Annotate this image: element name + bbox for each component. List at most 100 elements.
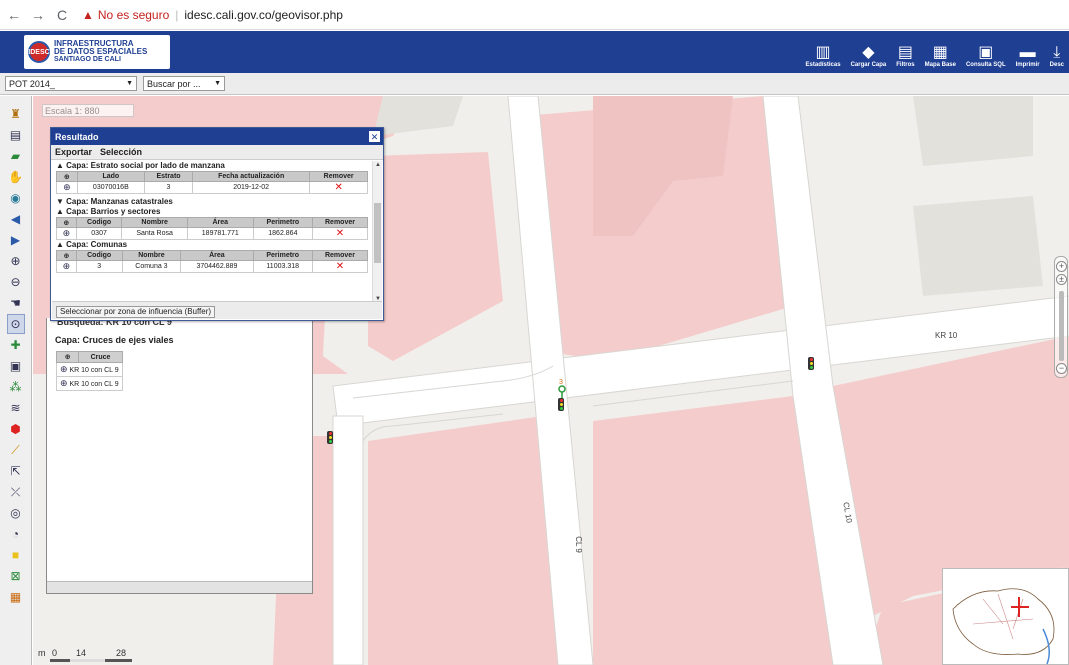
dialog-content: ▲ Capa: Estrato social por lado de manza…	[52, 161, 372, 303]
legend-icon[interactable]: ♜	[7, 104, 25, 124]
tool-label: Consulta SQL	[965, 62, 1006, 68]
zoom-to-icon[interactable]: ⊕	[63, 228, 71, 238]
select-area-icon[interactable]: ▣	[7, 356, 25, 376]
ruler-icon[interactable]: ≋	[7, 398, 25, 418]
exportar-menu[interactable]: Exportar	[55, 147, 92, 157]
zoom-slider-track[interactable]	[1059, 291, 1064, 361]
network-icon[interactable]: ⁂	[7, 377, 25, 397]
zoom-out-icon[interactable]: −	[1056, 363, 1067, 374]
clock-icon[interactable]: ◔	[7, 524, 25, 544]
identify-icon[interactable]: ⊙	[6, 314, 25, 334]
zoom-out-icon[interactable]: ⊖	[7, 272, 25, 292]
scroll-up-icon[interactable]: ▲	[375, 162, 381, 168]
estadisticas-button[interactable]: ▥ Estadísticas	[801, 44, 846, 73]
forward-icon[interactable]: →	[28, 5, 48, 25]
draw-line-icon[interactable]: ⟋	[7, 440, 25, 460]
descargar-button[interactable]: ⤓ Desc	[1045, 44, 1069, 73]
map-legend-icon[interactable]: ▰	[7, 146, 25, 166]
previous-extent-icon[interactable]: ◀	[7, 209, 25, 229]
remove-icon[interactable]: ✕	[336, 261, 344, 272]
overview-map[interactable]	[942, 568, 1069, 665]
layer-title-manzanas[interactable]: ▼ Capa: Manzanas catastrales	[52, 197, 372, 207]
remove-shape-icon[interactable]: ⬢	[7, 419, 25, 439]
layer-title-barrios[interactable]: ▲ Capa: Barrios y sectores	[52, 207, 372, 217]
imprimir-button[interactable]: ▬ Imprimir	[1011, 44, 1045, 73]
dialog-footer: Seleccionar por zona de influencia (Buff…	[52, 301, 382, 319]
table-row[interactable]: ⊕ KR 10 con CL 9	[56, 362, 123, 377]
layers-icon: ◆	[862, 44, 875, 61]
coordinates-icon[interactable]: ✚	[7, 335, 25, 355]
column-header: Estrato	[143, 171, 194, 182]
column-header: ⊕	[56, 217, 77, 228]
next-extent-icon[interactable]: ▶	[7, 230, 25, 250]
column-header: Remover	[311, 217, 369, 228]
address-bar[interactable]: idesc.cali.gov.co/geovisor.php	[184, 8, 343, 22]
cell: Santa Rosa	[121, 227, 188, 240]
capa-cruces-title: Capa: Cruces de ejes viales	[55, 335, 174, 345]
pan-icon[interactable]: ☚	[7, 293, 25, 313]
zoom-to-icon[interactable]: ⊕	[63, 182, 71, 192]
overview-svg	[952, 588, 1055, 665]
buscar-select[interactable]: Buscar por ... ▼	[143, 76, 225, 91]
panel-resize-handle[interactable]	[47, 581, 312, 593]
buffer-select-button[interactable]: Seleccionar por zona de influencia (Buff…	[56, 306, 216, 318]
scrollbar-thumb[interactable]	[374, 203, 381, 263]
layer-title-comunas[interactable]: ▲ Capa: Comunas	[52, 240, 372, 250]
cruce-value: KR 10 con CL 9	[69, 381, 119, 388]
filtros-button[interactable]: ▤ Filtros	[891, 44, 919, 73]
cargar-capa-button[interactable]: ◆ Cargar Capa	[846, 44, 892, 73]
gps-icon[interactable]: ◎	[7, 503, 25, 523]
barrios-table: ⊕ Codigo Nombre Área Perimetro Remover ⊕…	[56, 217, 369, 240]
back-icon[interactable]: ←	[4, 5, 24, 25]
scale-input[interactable]: Escala 1: 880	[42, 104, 134, 117]
cell: 3	[75, 260, 123, 273]
layer-list-icon[interactable]: ▤	[7, 125, 25, 145]
select-pointer-icon[interactable]: ⇱	[7, 461, 25, 481]
table-row: ⊕ 0307 Santa Rosa 189781.771 1862.864 ✕	[56, 227, 369, 240]
column-header: ⊕	[56, 171, 78, 182]
tool-label: Desc	[1049, 62, 1064, 68]
clear-selection-icon[interactable]: ■	[7, 545, 25, 565]
remove-icon[interactable]: ✕	[334, 182, 342, 193]
column-header: Perimetro	[252, 250, 313, 261]
pot-select[interactable]: POT 2014_ ▼	[5, 76, 137, 91]
cell: 11003.318	[252, 260, 313, 273]
print-icon: ▬	[1019, 44, 1036, 61]
layer-title-estrato[interactable]: ▲ Capa: Estrato social por lado de manza…	[52, 161, 372, 171]
dialog-titlebar[interactable]: Resultado ✕	[51, 128, 383, 145]
export-excel-icon[interactable]: ⊠	[7, 566, 25, 586]
dialog-scrollbar[interactable]: ▲ ▼	[372, 161, 382, 303]
traffic-light-icon	[558, 398, 564, 411]
logo-line3: SANTIAGO DE CALI	[54, 56, 121, 63]
scalebar-zero: 0	[52, 648, 58, 658]
zoom-in-icon[interactable]: ⊕	[7, 251, 25, 271]
zoom-to-icon[interactable]: ⊕	[63, 261, 71, 271]
street-label-kr10: KR 10	[935, 331, 958, 340]
full-extent-icon[interactable]: ◉	[7, 188, 25, 208]
table-row: ⊕ 03070016B 3 2019-12-02 ✕	[56, 181, 368, 194]
table-row[interactable]: ⊕ KR 10 con CL 9	[56, 376, 123, 391]
zoom-in-icon[interactable]: +	[1056, 261, 1067, 272]
scalebar-end: 28	[116, 648, 127, 658]
consulta-sql-button[interactable]: ▣ Consulta SQL	[961, 44, 1011, 73]
seleccion-menu[interactable]: Selección	[100, 147, 142, 157]
reload-icon[interactable]: C	[52, 5, 72, 25]
security-status[interactable]: No es seguro	[98, 8, 169, 22]
table-icon[interactable]: ▦	[7, 587, 25, 607]
mapa-base-button[interactable]: ▦ Mapa Base	[920, 44, 961, 73]
zoom-slider[interactable]: + ± −	[1054, 256, 1068, 378]
pot-select-value: POT 2014_	[9, 78, 55, 89]
column-header: Remover	[309, 171, 368, 182]
close-icon[interactable]: ✕	[369, 131, 380, 142]
download-icon: ⤓	[1053, 44, 1061, 61]
block-south-left	[368, 416, 558, 665]
remove-icon[interactable]: ✕	[336, 228, 344, 239]
scalebar-mid: 14	[76, 648, 87, 658]
zoom-to-icon[interactable]: ⊕	[60, 378, 68, 388]
zoom-to-icon[interactable]: ⊕	[60, 364, 68, 374]
measure-icon[interactable]: ⤫	[7, 482, 25, 502]
zoom-level-icon[interactable]: ±	[1056, 274, 1067, 285]
sql-icon: ▣	[978, 44, 994, 61]
pan-hand-icon[interactable]: ✋	[7, 167, 25, 187]
search-results-panel: Búsqueda: KR 10 con CL 9 Capa: Cruces de…	[46, 317, 313, 594]
